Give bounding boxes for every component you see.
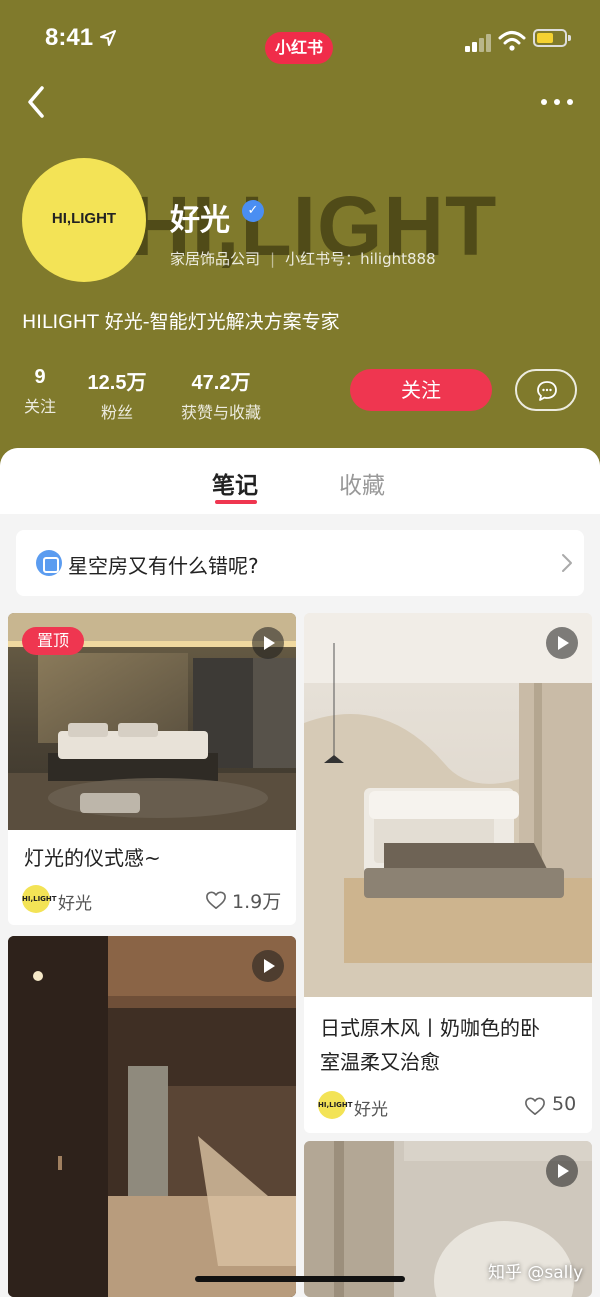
profile-bio: HILIGHT 好光-智能灯光解决方案专家 [22,311,340,333]
profile-xhs-id: 小红书号：hilight888 [285,250,436,268]
home-indicator[interactable] [195,1276,405,1282]
heart-icon[interactable] [524,1096,546,1116]
topic-icon [36,550,62,576]
play-icon [546,627,578,659]
play-icon [252,950,284,982]
play-icon [546,1155,578,1187]
more-icon[interactable] [538,92,578,112]
topic-banner[interactable]: 星空房又有什么错呢? [16,530,584,596]
topic-text: 星空房又有什么错呢? [68,554,259,578]
app-badge: 小红书 [265,32,333,64]
content-panel: 笔记 收藏 星空房又有什么错呢? 置顶 灯光的仪式感~ HI,LIGHT 好光 … [0,448,600,1297]
note-card[interactable]: 日式原木风丨奶咖色的卧 室温柔又治愈 HI,LIGHT 好光 50 [304,613,592,1133]
note-card[interactable]: 置顶 灯光的仪式感~ HI,LIGHT 好光 1.9万 [8,613,296,925]
chat-bubble-icon [537,381,557,401]
tab-notes[interactable]: 笔记 [212,466,258,500]
tab-collections[interactable]: 收藏 [339,466,385,500]
avatar[interactable]: HI,LIGHT [22,158,146,282]
stat-following[interactable]: 9 关注 [22,366,58,417]
profile-meta: 家居饰品公司 | 小红书号：hilight888 [170,250,436,268]
profile-header: 8:41 小红书 HI,LIGHT HI,LIGHT 好光 ✓ 家居饰品公司 | 小… [0,0,600,470]
back-icon[interactable] [22,84,52,120]
verified-icon: ✓ [242,200,264,222]
watermark: 知乎 @sally [488,1263,584,1283]
note-title-line-2: 室温柔又治愈 [320,1050,440,1074]
note-cover-image [8,936,296,1297]
like-count: 50 [552,1093,577,1115]
tab-indicator [215,500,257,504]
status-bar: 8:41 小红书 [0,22,600,64]
status-time: 8:41 [45,24,94,51]
message-button[interactable] [515,369,577,411]
heart-icon[interactable] [205,890,227,910]
tab-bar: 笔记 收藏 [0,448,600,514]
wifi-icon [498,31,526,51]
note-title: 灯光的仪式感~ [24,846,161,870]
note-title-line-1: 日式原木风丨奶咖色的卧 [320,1016,540,1040]
like-count: 1.9万 [232,891,282,913]
author-name[interactable]: 好光 [354,1095,388,1120]
avatar-logo-text: HI,LIGHT [51,210,117,227]
author-name[interactable]: 好光 [58,889,92,914]
profile-name: 好光 [170,203,230,238]
play-icon [252,627,284,659]
note-cover-image [304,613,592,997]
author-avatar[interactable]: HI,LIGHT [318,1091,353,1119]
pinned-badge: 置顶 [22,627,84,655]
follow-button[interactable]: 关注 [350,369,492,411]
battery-icon [533,29,571,47]
stat-followers[interactable]: 12.5万 粉丝 [84,366,150,423]
profile-category: 家居饰品公司 [170,250,261,268]
stat-likes-collections[interactable]: 47.2万 获赞与收藏 [176,366,266,423]
note-card[interactable] [8,936,296,1297]
author-avatar[interactable]: HI,LIGHT [22,885,57,913]
signal-icon [465,34,491,52]
chevron-right-icon [562,554,572,572]
location-arrow-icon [100,30,116,46]
